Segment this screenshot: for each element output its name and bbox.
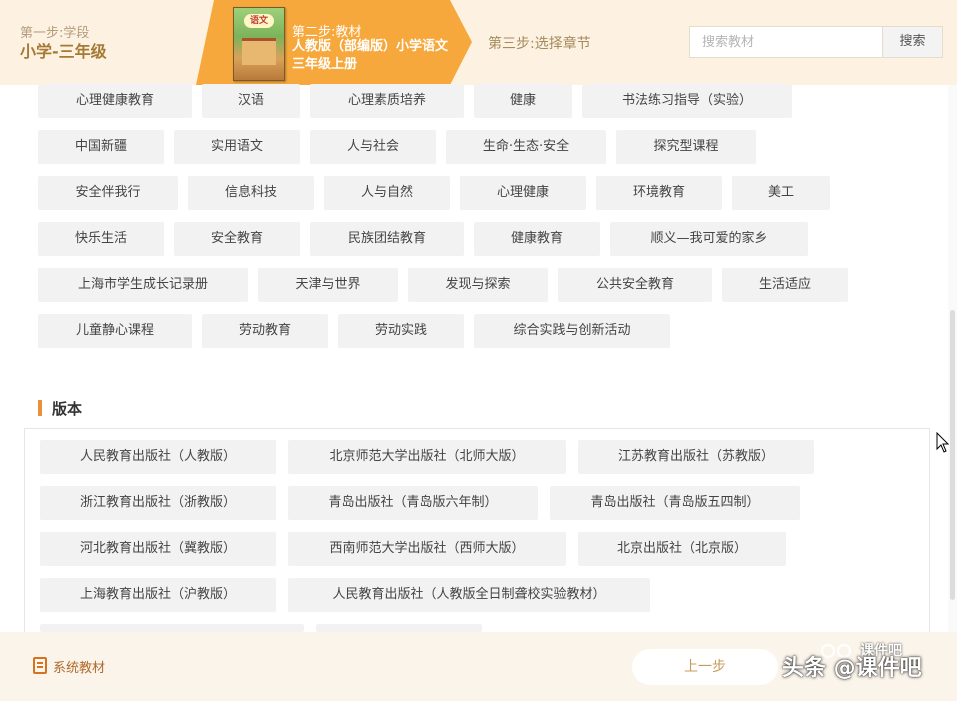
step-header: 第一步:学段 小学-三年级 语文 第二步:教材 人教版（部编版）小学语文三年级上… (0, 0, 957, 85)
subject-tag[interactable]: 美工 (732, 176, 830, 210)
publisher-option[interactable]: 北京出版社（北京版） (578, 532, 786, 566)
subject-tag[interactable]: 环境教育 (596, 176, 722, 210)
scrollbar-thumb[interactable] (950, 310, 955, 600)
mouse-cursor-icon (936, 432, 950, 453)
subject-tag[interactable]: 民族团结教育 (310, 222, 464, 256)
publisher-option[interactable]: 青岛出版社（青岛版五四制） (550, 486, 800, 520)
search-input[interactable] (690, 27, 882, 57)
publisher-option[interactable]: 青岛出版社（青岛版六年制） (288, 486, 538, 520)
subject-tag[interactable]: 劳动实践 (338, 314, 464, 348)
publisher-option-partial[interactable] (40, 624, 304, 632)
subject-tag[interactable]: 儿童静心课程 (38, 314, 192, 348)
publisher-option-partial[interactable] (316, 624, 482, 632)
section-marker (38, 400, 42, 416)
subject-tag[interactable]: 劳动教育 (202, 314, 328, 348)
search-button[interactable]: 搜索 (882, 26, 943, 58)
publisher-option[interactable]: 上海教育出版社（沪教版） (40, 578, 276, 612)
subject-tag[interactable]: 汉语 (202, 84, 300, 118)
step1-grade[interactable]: 第一步:学段 小学-三年级 (0, 0, 210, 85)
subject-tag[interactable]: 信息科技 (188, 176, 314, 210)
subject-tag[interactable]: 生命·生态·安全 (446, 130, 606, 164)
cover-illustration (242, 38, 276, 65)
publisher-option[interactable]: 人民教育出版社（人教版全日制聋校实验教材） (288, 578, 650, 612)
cover-badge: 语文 (244, 14, 274, 28)
version-section-title: 版本 (52, 400, 83, 418)
subject-tag[interactable]: 综合实践与创新活动 (474, 314, 670, 348)
step1-value: 小学-三年级 (20, 42, 107, 61)
step2-value: 人教版（部编版）小学语文三年级上册 (292, 39, 449, 72)
subject-tag[interactable]: 心理素质培养 (310, 84, 464, 118)
subject-tag[interactable]: 安全教育 (174, 222, 300, 256)
publisher-option[interactable]: 浙江教育出版社（浙教版） (40, 486, 276, 520)
prev-step-button[interactable]: 上一步 (632, 649, 778, 685)
publisher-option[interactable]: 江苏教育出版社（苏教版） (578, 440, 814, 474)
step3-chapter[interactable]: 第三步:选择章节 (488, 33, 591, 53)
subject-tag[interactable]: 书法练习指导（实验） (582, 84, 792, 118)
subject-tag[interactable]: 天津与世界 (258, 268, 398, 302)
publisher-option[interactable]: 北京师范大学出版社（北师大版） (288, 440, 566, 474)
subject-tag[interactable]: 健康 (474, 84, 572, 118)
publisher-option[interactable]: 西南师范大学出版社（西师大版） (288, 532, 566, 566)
subject-tag[interactable]: 人与自然 (324, 176, 450, 210)
subject-tag[interactable]: 心理健康 (460, 176, 586, 210)
watermark-text: 头条 @课件吧 (782, 656, 922, 681)
subject-tag[interactable]: 实用语文 (174, 130, 300, 164)
subject-tag[interactable]: 上海市学生成长记录册 (38, 268, 248, 302)
subject-tag[interactable]: 生活适应 (722, 268, 848, 302)
textbook-cover-image: 语文 (233, 7, 285, 81)
subject-tag[interactable]: 中国新疆 (38, 130, 164, 164)
subject-tag[interactable]: 顺义—我可爱的家乡 (610, 222, 808, 256)
subject-tag[interactable]: 探究型课程 (616, 130, 756, 164)
subject-tag[interactable]: 人与社会 (310, 130, 436, 164)
subject-tag[interactable]: 公共安全教育 (558, 268, 712, 302)
subject-tag[interactable]: 发现与探索 (408, 268, 548, 302)
publisher-option[interactable]: 人民教育出版社（人教版） (40, 440, 276, 474)
subject-tag[interactable]: 健康教育 (474, 222, 600, 256)
textbook-icon (33, 657, 47, 674)
search-box: 搜索 (689, 26, 943, 58)
subject-tag[interactable]: 心理健康教育 (38, 84, 192, 118)
subject-tag[interactable]: 安全伴我行 (38, 176, 178, 210)
system-textbook-link[interactable]: 系统教材 (53, 657, 105, 676)
subject-tag[interactable]: 快乐生活 (38, 222, 164, 256)
publisher-option[interactable]: 河北教育出版社（冀教版） (40, 532, 276, 566)
